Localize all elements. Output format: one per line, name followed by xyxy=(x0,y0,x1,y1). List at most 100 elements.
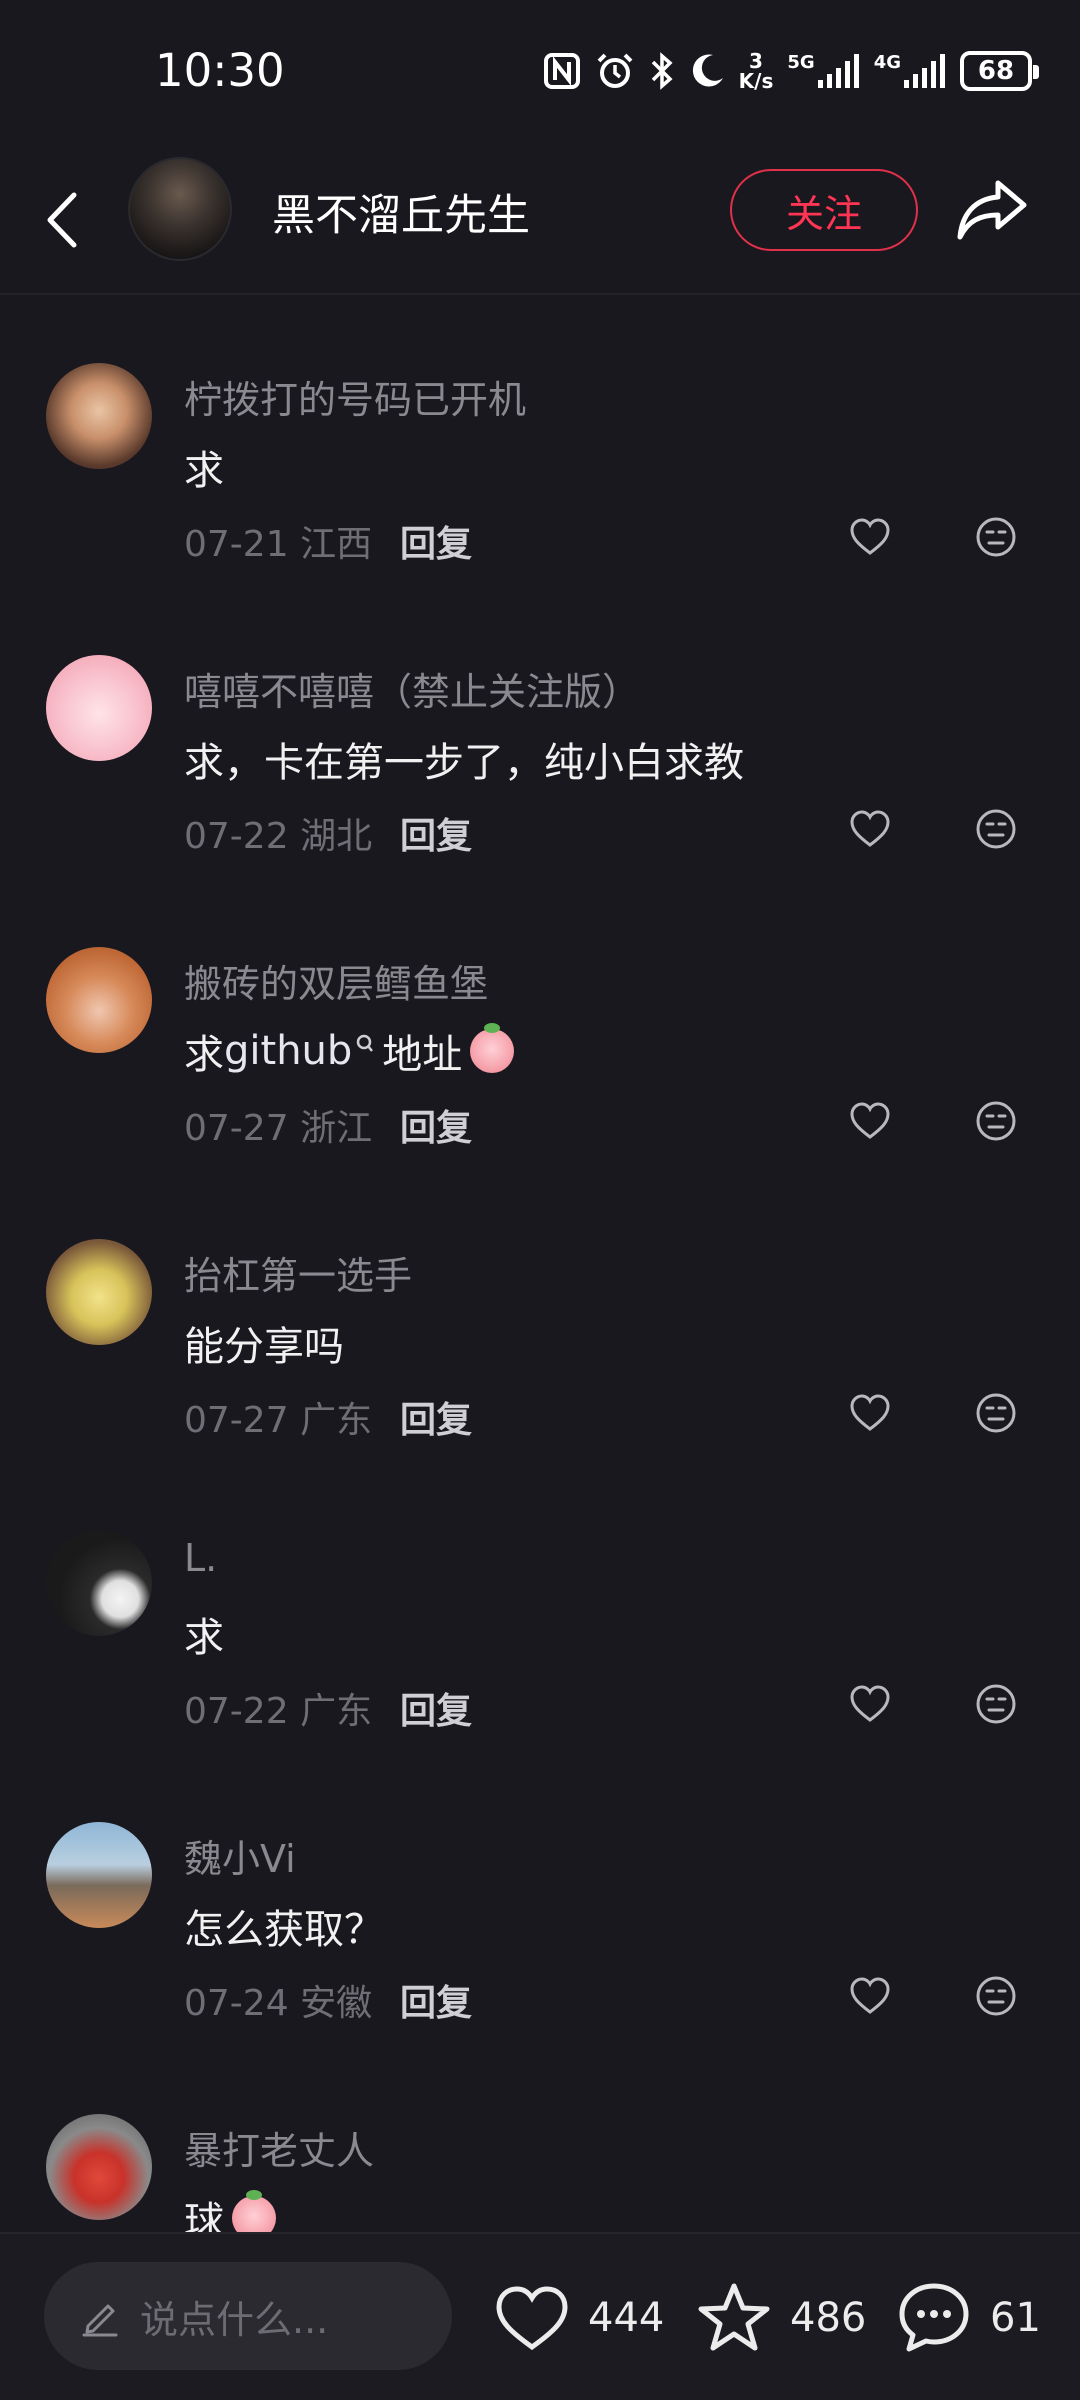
comment-input[interactable]: 说点什么... xyxy=(44,2262,452,2370)
comment-date: 07-27 xyxy=(184,1108,289,1149)
heart-icon[interactable] xyxy=(848,807,892,851)
avatar[interactable] xyxy=(46,1822,152,1928)
signal-4g: 4G xyxy=(874,54,946,88)
network-speed: 3 K/s xyxy=(739,51,774,91)
like-stat[interactable]: 444 xyxy=(494,2278,664,2358)
speed-value: 3 xyxy=(749,49,763,73)
back-icon[interactable] xyxy=(38,185,88,255)
comment-username[interactable]: 搬砖的双层鳕鱼堡 xyxy=(184,953,488,1008)
comment-text: 求，卡在第一步了，纯小白求教 xyxy=(184,740,744,786)
search-icon[interactable] xyxy=(356,1034,374,1054)
comment-text: 球 xyxy=(184,2189,276,2232)
comment-username[interactable]: 暴打老丈人 xyxy=(184,2120,374,2175)
avatar[interactable] xyxy=(46,947,152,1053)
heart-icon[interactable] xyxy=(848,1974,892,2018)
comment-username[interactable]: 魏小Vi xyxy=(184,1828,296,1883)
avatar[interactable] xyxy=(46,363,152,469)
dislike-face-icon[interactable] xyxy=(974,1391,1018,1435)
avatar[interactable] xyxy=(46,655,152,761)
comment-text-suffix: 地址 xyxy=(382,1032,463,1078)
heart-icon[interactable] xyxy=(848,1099,892,1143)
comment-username[interactable]: 嘻嘻不嘻嘻（禁止关注版） xyxy=(184,661,640,716)
comment-date: 07-24 xyxy=(184,1983,289,2024)
comment-meta: 07-22 湖北 xyxy=(184,807,372,859)
comment-region: 江西 xyxy=(300,524,373,565)
comment-date: 07-21 xyxy=(184,524,289,565)
status-icons: 3 K/s 5G 4G 68 xyxy=(543,46,1039,96)
comment-text: 求 github 地址 xyxy=(184,1022,515,1080)
comment-username[interactable]: 抬杠第一选手 xyxy=(184,1245,412,1300)
heart-icon[interactable] xyxy=(848,1682,892,1726)
comment-stat[interactable]: 61 xyxy=(896,2278,1041,2358)
dislike-face-icon[interactable] xyxy=(974,1099,1018,1143)
search-link[interactable]: github xyxy=(224,1028,352,1074)
signal-icon xyxy=(817,54,859,88)
comment-text: 能分享吗 xyxy=(184,1324,344,1370)
comment-text: 怎么获取？ xyxy=(184,1907,384,1953)
favorite-count: 486 xyxy=(790,2295,867,2341)
comment-username[interactable]: L. xyxy=(184,1536,217,1580)
comment-meta: 07-27 浙江 xyxy=(184,1099,372,1151)
comment-meta: 07-24 安徽 xyxy=(184,1974,372,2026)
comment-date: 07-22 xyxy=(184,1691,289,1732)
favorite-stat[interactable]: 486 xyxy=(696,2278,866,2358)
comment-region: 广东 xyxy=(300,1691,373,1732)
comment-input-placeholder: 说点什么... xyxy=(140,2297,329,2342)
battery-icon: 68 xyxy=(960,51,1039,91)
comment-item: 暴打老丈人 球 xyxy=(0,2114,1080,2232)
signal-icon xyxy=(904,54,945,88)
share-icon[interactable] xyxy=(956,175,1030,245)
reply-button[interactable]: 回复 xyxy=(400,1099,472,1151)
comment-text-prefix: 求 xyxy=(184,1032,224,1078)
author-avatar[interactable] xyxy=(128,157,232,261)
comment-date: 07-27 xyxy=(184,1400,289,1441)
screen: 10:30 3 K/s 5G 4G 68 黑不溜丘先生 关注 柠拨打的号码已开机… xyxy=(0,0,1080,2400)
reply-button[interactable]: 回复 xyxy=(400,1682,472,1734)
star-icon[interactable] xyxy=(696,2281,772,2355)
author-name[interactable]: 黑不溜丘先生 xyxy=(272,181,530,243)
like-count: 444 xyxy=(588,2295,665,2341)
comment-text: 求 xyxy=(184,1615,224,1661)
comment-item: 魏小Vi 怎么获取？ 07-24 安徽 回复 xyxy=(0,1822,1080,2114)
bottom-bar: 说点什么... 444 486 61 xyxy=(0,2232,1080,2400)
heart-icon[interactable] xyxy=(848,1391,892,1435)
avatar[interactable] xyxy=(46,2114,152,2220)
dislike-face-icon[interactable] xyxy=(974,515,1018,559)
avatar[interactable] xyxy=(46,1530,152,1636)
reply-button[interactable]: 回复 xyxy=(400,807,472,859)
dislike-face-icon[interactable] xyxy=(974,1682,1018,1726)
comment-item: 抬杠第一选手 能分享吗 07-27 广东 回复 xyxy=(0,1239,1080,1531)
comment-meta: 07-21 江西 xyxy=(184,515,372,567)
heart-icon[interactable] xyxy=(494,2283,570,2353)
bluetooth-icon xyxy=(651,52,673,90)
network-type-1: 5G xyxy=(787,52,815,73)
comment-region: 安徽 xyxy=(300,1983,373,2024)
comment-region: 湖北 xyxy=(300,816,373,857)
heart-icon[interactable] xyxy=(848,515,892,559)
follow-button[interactable]: 关注 xyxy=(730,169,918,251)
dislike-face-icon[interactable] xyxy=(974,807,1018,851)
reply-button[interactable]: 回复 xyxy=(400,515,472,567)
comment-bubble-icon[interactable] xyxy=(896,2280,972,2356)
emoji-icon xyxy=(470,1023,515,1073)
reply-button[interactable]: 回复 xyxy=(400,1391,472,1443)
comment-item: 柠拨打的号码已开机 求 07-21 江西 回复 xyxy=(0,363,1080,655)
comment-item: L. 求 07-22 广东 回复 xyxy=(0,1530,1080,1822)
comment-text-content: 球 xyxy=(184,2199,224,2232)
alarm-icon xyxy=(597,53,633,88)
avatar[interactable] xyxy=(46,1239,152,1345)
signal-5g: 5G xyxy=(787,54,859,88)
comment-text: 求 xyxy=(184,448,224,494)
comment-count: 61 xyxy=(990,2295,1041,2341)
header: 黑不溜丘先生 关注 xyxy=(0,145,1080,295)
comment-region: 浙江 xyxy=(300,1108,373,1149)
comment-item: 嘻嘻不嘻嘻（禁止关注版） 求，卡在第一步了，纯小白求教 07-22 湖北 回复 xyxy=(0,655,1080,947)
comment-meta: 07-22 广东 xyxy=(184,1682,372,1734)
dislike-face-icon[interactable] xyxy=(974,1974,1018,2018)
moon-icon xyxy=(692,54,723,87)
comment-item: 搬砖的双层鳕鱼堡 求 github 地址 07-27 浙江 回复 xyxy=(0,947,1080,1239)
reply-button[interactable]: 回复 xyxy=(400,1974,472,2026)
emoji-icon xyxy=(232,2190,276,2232)
comment-username[interactable]: 柠拨打的号码已开机 xyxy=(184,369,526,424)
comment-meta: 07-27 广东 xyxy=(184,1391,372,1443)
